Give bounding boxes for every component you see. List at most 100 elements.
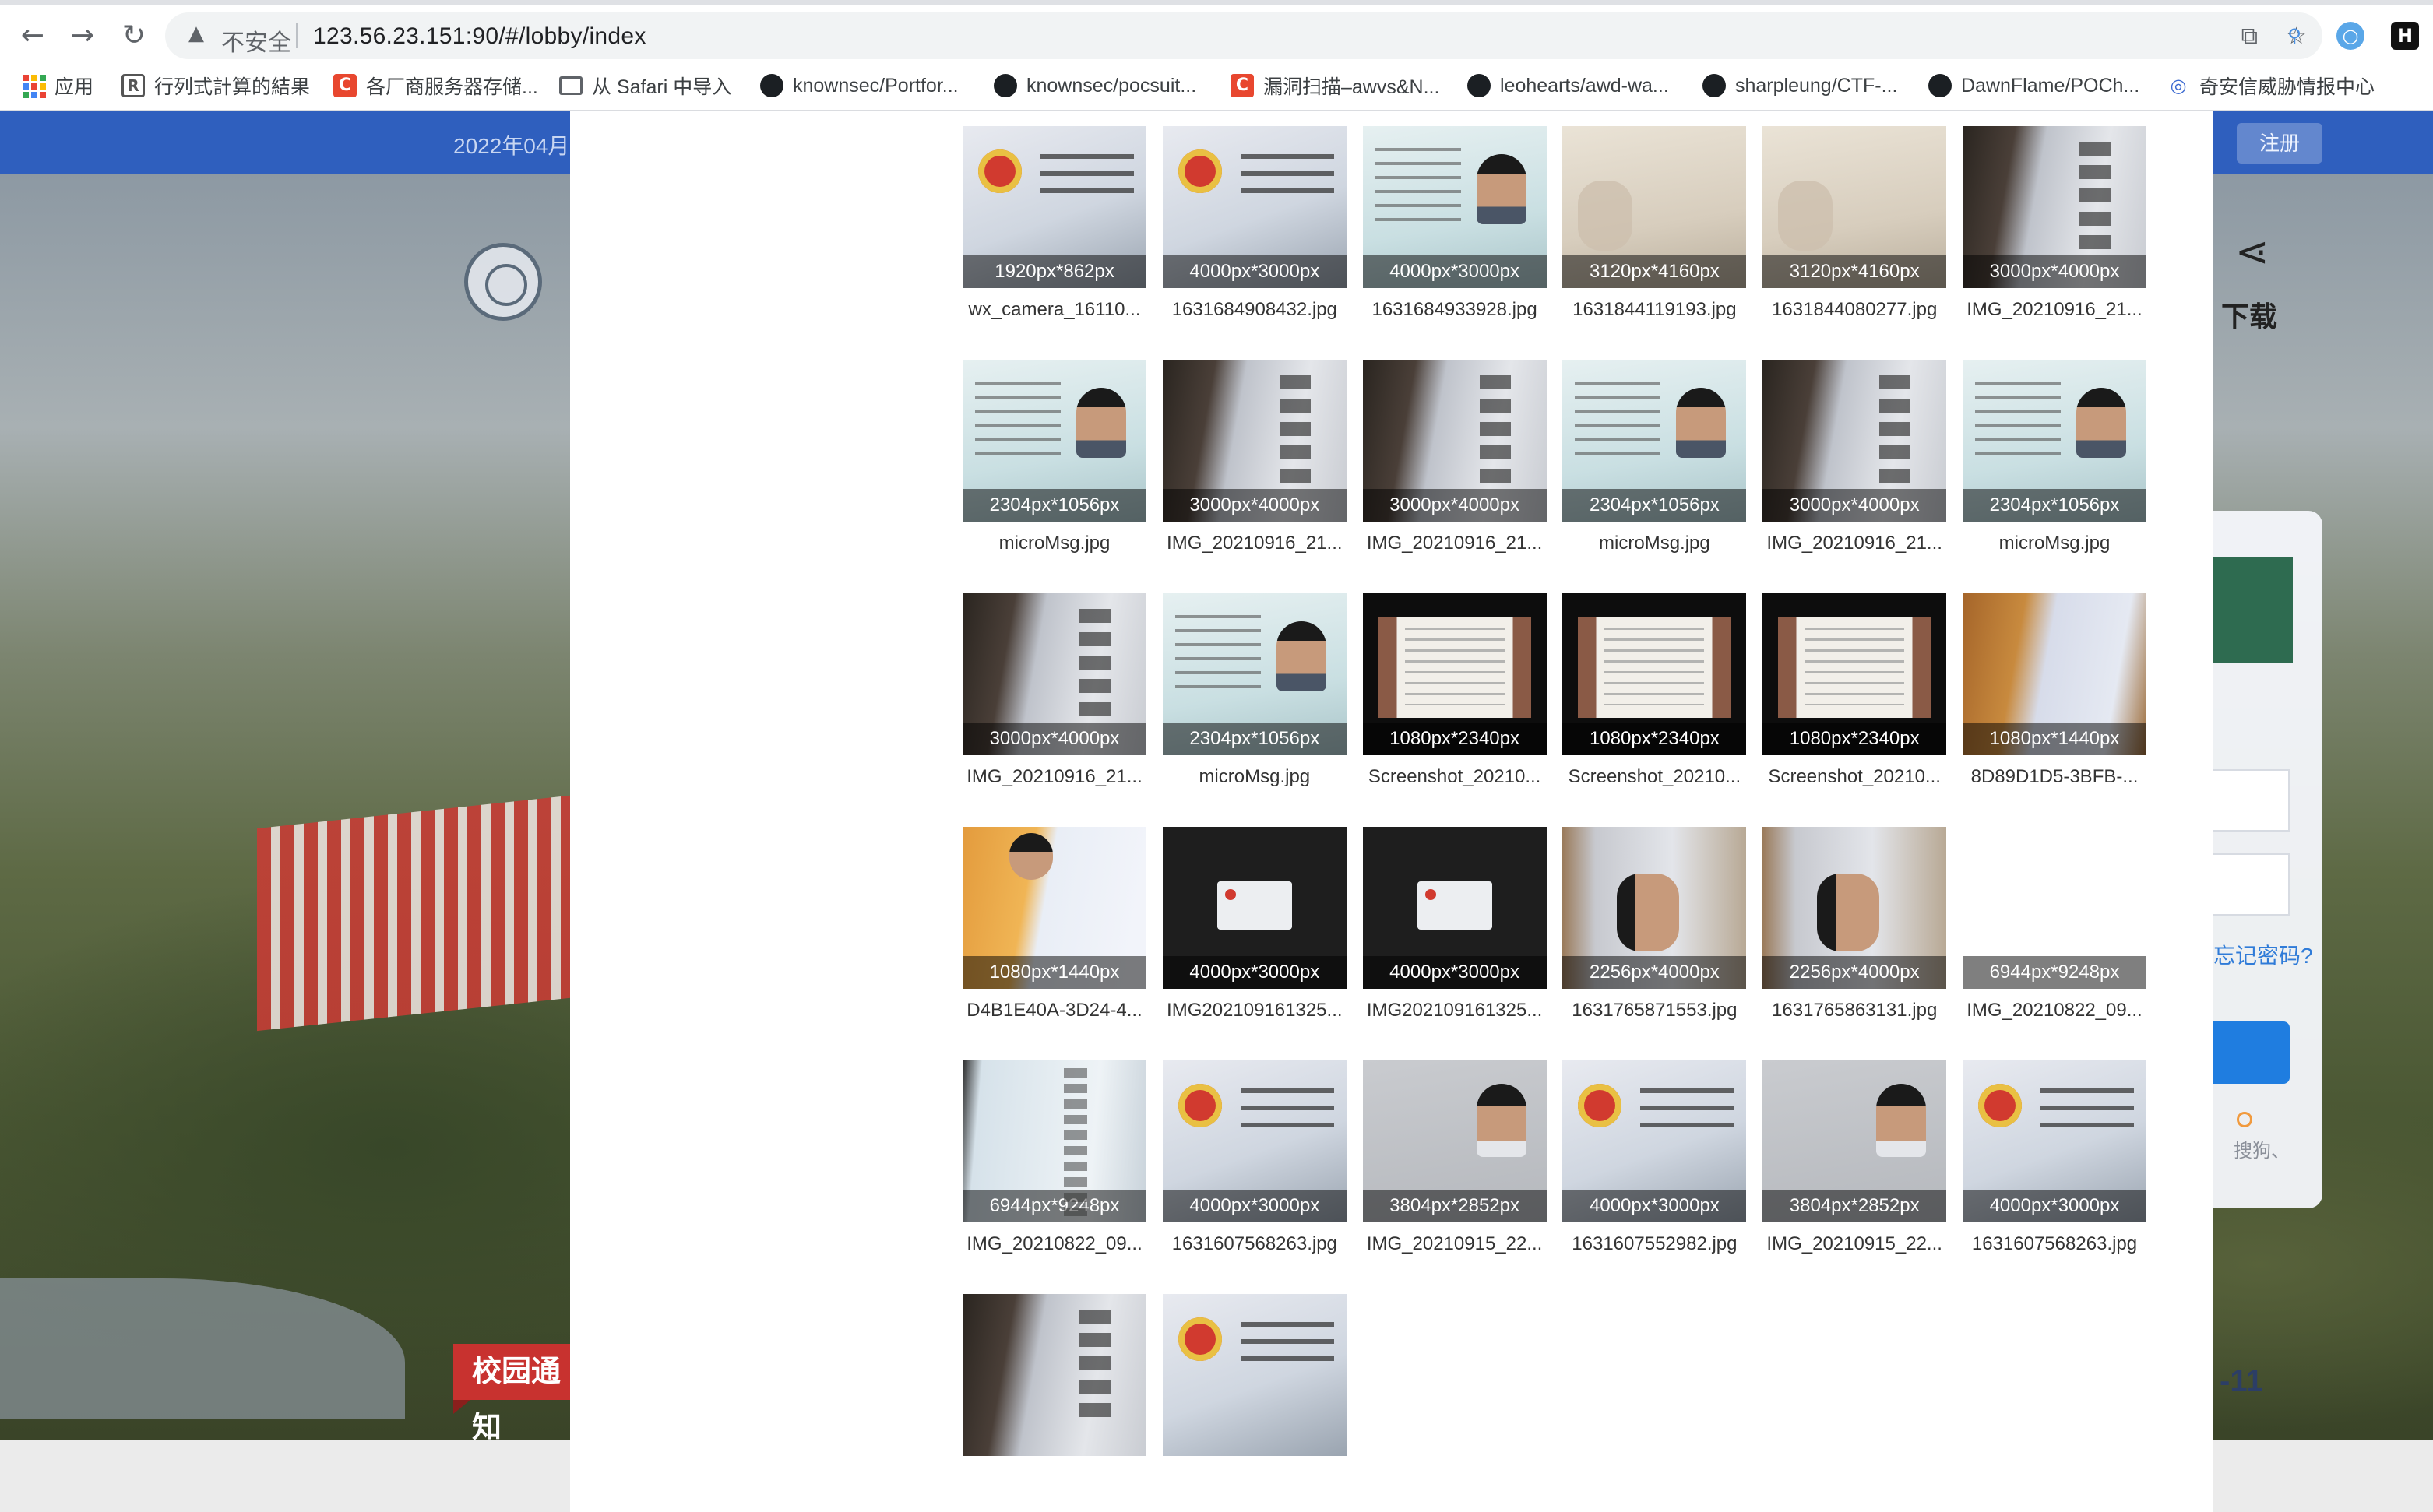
gallery-item[interactable]: 1920px*862pxwx_camera_16110... xyxy=(1963,111,2146,126)
gallery-item[interactable]: 4000px*3000px 1631607568263.jpg xyxy=(1162,1060,1347,1294)
image-thumbnail[interactable]: 4000px*3000px xyxy=(1162,1060,1347,1222)
extension-icon[interactable]: ○ xyxy=(2336,22,2364,50)
profile-icon[interactable]: H xyxy=(2391,22,2419,50)
image-thumbnail[interactable]: 2304px*1056px xyxy=(1962,360,2146,522)
image-thumbnail[interactable]: 1080px*2340px xyxy=(1562,593,1747,755)
gallery-item[interactable]: 3000px*4000px IMG_20210916_21... xyxy=(1962,126,2146,360)
gallery-item[interactable]: 4000px*3000px 1631607552982.jpg xyxy=(1562,1060,1747,1294)
gallery-item[interactable]: 4000px*3000px IMG202109161325... xyxy=(1162,827,1347,1060)
gallery-item[interactable]: 3000px*4000px1632880427721.jpg xyxy=(963,111,1146,126)
gallery-item[interactable]: 1920px*862pxwx_camera_16110... xyxy=(1762,111,1946,126)
gallery-item[interactable]: 2304px*1056px microMsg.jpg xyxy=(963,360,1146,593)
password-field[interactable] xyxy=(2213,853,2290,916)
image-thumbnail[interactable]: 3804px*2852px xyxy=(1762,1060,1947,1222)
gallery-item[interactable]: 3000px*4000px IMG_20210916_21... xyxy=(1762,360,1947,593)
address-bar[interactable]: ▲ 不安全 123.56.23.151:90/#/lobby/index ⧉ ☆ xyxy=(165,12,2322,59)
image-thumbnail[interactable]: 3000px*4000px xyxy=(1162,360,1347,522)
register-button[interactable]: 注册 xyxy=(2237,123,2322,164)
gallery-item[interactable]: 1080px*2340px Screenshot_20210... xyxy=(1362,593,1547,827)
location-pin-icon[interactable]: ⚲ xyxy=(2280,22,2308,50)
image-thumbnail[interactable]: 6944px*9248px xyxy=(963,1060,1146,1222)
forgot-password-link[interactable]: 忘记密码? xyxy=(2213,939,2313,970)
gallery-item[interactable]: 6944px*9248px IMG_20210822_09... xyxy=(1962,827,2146,1060)
gallery-item[interactable]: 2256px*4000px 1631765871553.jpg xyxy=(1562,827,1747,1060)
gallery-item[interactable]: 2304px*1056px microMsg.jpg xyxy=(1162,593,1347,827)
image-thumbnail[interactable]: 1080px*1440px xyxy=(963,827,1146,989)
gallery-item[interactable]: 3000px*4000px IMG_20210916_21... xyxy=(963,593,1146,827)
login-button[interactable] xyxy=(2213,1021,2290,1084)
bookmark-item[interactable]: DawnFlame/POCh... xyxy=(1928,70,2139,101)
back-icon[interactable]: ← xyxy=(17,20,48,51)
gallery-item[interactable]: 3000px*4000px IMG_20210916_21... xyxy=(1162,360,1347,593)
notice-tag[interactable]: 校园通知 xyxy=(453,1344,578,1444)
image-thumbnail[interactable]: 2304px*1056px xyxy=(1162,593,1347,755)
gallery-item[interactable]: 1080px*2340px Screenshot_20210... xyxy=(1762,593,1947,827)
gallery-item[interactable]: 1920px*862pxwx_camera_16110... xyxy=(963,126,1146,360)
gallery-item[interactable]: 3804px*2852px IMG_20210915_22... xyxy=(1362,1060,1547,1294)
image-thumbnail[interactable]: 1080px*2340px xyxy=(1362,593,1547,755)
image-thumbnail[interactable]: 3000px*4000px xyxy=(1762,360,1947,522)
thumbnail-grid: 3000px*4000px1632880427721.jpg 3000px*400… xyxy=(963,111,2146,1512)
reload-icon[interactable]: ↻ xyxy=(118,20,150,51)
gallery-item[interactable]: 4000px*3000px 1631607568263.jpg xyxy=(1962,1060,2146,1294)
gallery-item[interactable]: 4000px*3000px IMG202109161325... xyxy=(1362,827,1547,1060)
image-thumbnail[interactable] xyxy=(1162,1294,1347,1456)
translate-icon[interactable]: ⧉ xyxy=(2241,23,2258,50)
image-thumbnail[interactable]: 1920px*862px xyxy=(963,126,1146,288)
image-thumbnail[interactable]: 2256px*4000px xyxy=(1762,827,1947,989)
image-thumbnail[interactable]: 6944px*9248px xyxy=(1962,827,2146,989)
gallery-item[interactable]: 1920px*862pxwx_camera_16110... xyxy=(1562,111,1746,126)
gallery-item[interactable]: 1080px*1440px D4B1E40A-3D24-4... xyxy=(963,827,1146,1060)
gallery-item[interactable]: 6944px*9248px IMG_20210822_09... xyxy=(963,1060,1146,1294)
bookmark-item[interactable]: leohearts/awd-wa... xyxy=(1467,70,1669,101)
bookmark-apps[interactable]: 应用 xyxy=(22,70,93,101)
share-icon[interactable]: ⋖ xyxy=(2235,229,2269,276)
gallery-item[interactable]: 1080px*2340px Screenshot_20210... xyxy=(1562,593,1747,827)
bookmark-item[interactable]: R 行列式計算的結果 xyxy=(121,70,310,101)
gallery-item[interactable]: 3804px*2852px IMG_20210915_22... xyxy=(1762,1060,1947,1294)
image-thumbnail[interactable]: 3120px*4160px xyxy=(1562,126,1747,288)
bookmark-item[interactable]: sharpleung/CTF-... xyxy=(1702,70,1897,101)
bookmark-item[interactable]: knownsec/pocsuit... xyxy=(994,70,1196,101)
gallery-item[interactable]: 3000px*4000px IMG_20210916_21... xyxy=(1362,360,1547,593)
bookmark-item[interactable]: ◎ 奇安信威胁情报中心 xyxy=(2167,70,2375,101)
gallery-item[interactable]: 3120px*4160px 1631844119193.jpg xyxy=(1562,126,1747,360)
gallery-item[interactable]: 2304px*1056px microMsg.jpg xyxy=(1962,360,2146,593)
image-thumbnail[interactable]: 1080px*2340px xyxy=(1762,593,1947,755)
gallery-item[interactable]: 3120px*4160px 1631844080277.jpg xyxy=(1762,126,1947,360)
gallery-item[interactable]: 3000px*4000px1632880407032.jpg xyxy=(1163,111,1347,126)
bookmark-item[interactable]: knownsec/Portfor... xyxy=(760,70,959,101)
gallery-item[interactable] xyxy=(963,1294,1146,1512)
image-thumbnail[interactable]: 3120px*4160px xyxy=(1762,126,1947,288)
image-thumbnail[interactable] xyxy=(963,1294,1146,1456)
image-thumbnail[interactable]: 2304px*1056px xyxy=(1562,360,1747,522)
image-thumbnail[interactable]: 4000px*3000px xyxy=(1362,126,1547,288)
forward-icon[interactable]: → xyxy=(67,20,98,51)
security-label[interactable]: 不安全 xyxy=(221,23,291,58)
image-thumbnail[interactable]: 2304px*1056px xyxy=(963,360,1146,522)
image-thumbnail[interactable]: 3000px*4000px xyxy=(1962,126,2146,288)
gallery-item[interactable]: 2304px*1056px microMsg.jpg xyxy=(1562,360,1747,593)
bookmark-item[interactable]: C 漏洞扫描–awvs&N... xyxy=(1231,70,1439,101)
bookmark-item[interactable]: C 各厂商服务器存储... xyxy=(333,70,538,101)
username-field[interactable] xyxy=(2213,769,2290,832)
image-thumbnail[interactable]: 4000px*3000px xyxy=(1962,1060,2146,1222)
image-thumbnail[interactable]: 1080px*1440px xyxy=(1962,593,2146,755)
gallery-item[interactable]: 1080px*1440px 8D89D1D5-3BFB-... xyxy=(1962,593,2146,827)
image-thumbnail[interactable]: 3000px*4000px xyxy=(963,593,1146,755)
image-thumbnail[interactable]: 4000px*3000px xyxy=(1162,126,1347,288)
image-thumbnail[interactable]: 3000px*4000px xyxy=(1362,360,1547,522)
gallery-item[interactable] xyxy=(1162,1294,1347,1512)
image-thumbnail[interactable]: 4000px*3000px xyxy=(1362,827,1547,989)
url-text[interactable]: 123.56.23.151:90/#/lobby/index xyxy=(313,23,646,50)
gallery-item[interactable]: 4000px*3000px 1631684933928.jpg xyxy=(1362,126,1547,360)
gallery-item[interactable]: 2256px*4000px 1631765863131.jpg xyxy=(1762,827,1947,1060)
image-thumbnail[interactable]: 4000px*3000px xyxy=(1162,827,1347,989)
bookmark-folder[interactable]: 从 Safari 中导入 xyxy=(559,70,731,101)
download-label[interactable]: 下载 xyxy=(2221,294,2277,335)
image-thumbnail[interactable]: 2256px*4000px xyxy=(1562,827,1747,989)
gallery-item[interactable]: 1920px*862pxwx_camera_16110... xyxy=(1363,111,1547,126)
image-thumbnail[interactable]: 3804px*2852px xyxy=(1362,1060,1547,1222)
image-thumbnail[interactable]: 4000px*3000px xyxy=(1562,1060,1747,1222)
gallery-item[interactable]: 4000px*3000px 1631684908432.jpg xyxy=(1162,126,1347,360)
